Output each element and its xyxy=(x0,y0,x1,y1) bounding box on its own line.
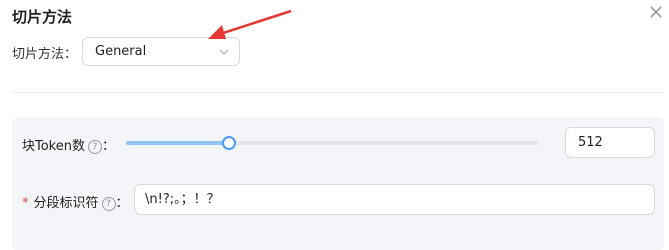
required-mark: * xyxy=(22,196,29,211)
token-count-colon: ： xyxy=(102,139,116,154)
question-circle-icon[interactable]: ? xyxy=(101,197,116,211)
chunk-method-select[interactable]: General xyxy=(82,37,240,66)
delimiter-colon: ： xyxy=(115,196,129,211)
slider-fill xyxy=(126,141,230,145)
chevron-down-icon xyxy=(219,49,229,55)
close-button[interactable] xyxy=(648,4,664,20)
divider xyxy=(12,92,664,93)
token-count-slider[interactable] xyxy=(126,136,539,150)
chunk-method-value: General xyxy=(95,44,147,59)
dialog-title: 切片方法 xyxy=(12,8,73,26)
close-icon xyxy=(650,6,662,18)
delimiter-input[interactable]: \n!?;。；！？ xyxy=(134,184,655,215)
question-circle-icon[interactable]: ? xyxy=(88,140,102,154)
delimiter-label: 分段标识符 xyxy=(33,196,99,211)
delimiter-label-group: * 分段标识符?： xyxy=(22,192,129,211)
token-count-label: 块Token数 xyxy=(22,139,85,154)
token-count-input[interactable]: 512 xyxy=(565,127,655,158)
token-count-label-group: 块Token数?： xyxy=(22,135,115,154)
chunk-method-label: 切片方法： xyxy=(12,47,78,62)
